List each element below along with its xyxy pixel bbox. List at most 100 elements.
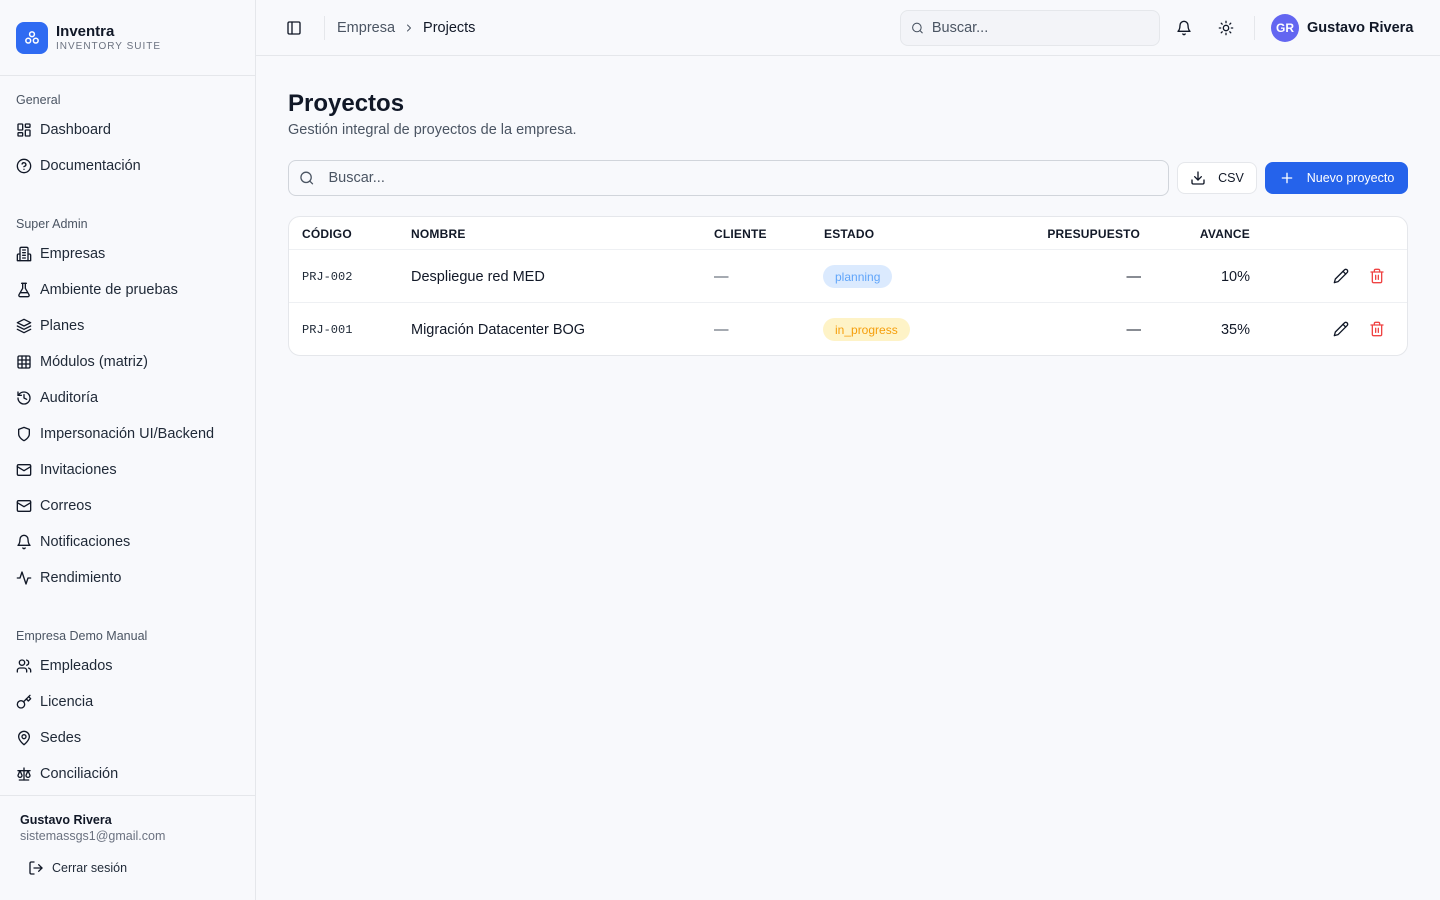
- footer-user-email: sistemassgs1@gmail.com: [20, 829, 166, 843]
- nav-section-title: Empresa Demo Manual: [16, 629, 148, 643]
- page-title: Proyectos: [288, 90, 405, 117]
- map-pin-icon: [18, 730, 30, 746]
- search-icon: [300, 171, 314, 185]
- sidebar-item-planes[interactable]: Planes: [8, 308, 247, 344]
- edit-project-button[interactable]: [1331, 319, 1351, 339]
- user-menu[interactable]: GR Gustavo Rivera: [1271, 14, 1413, 42]
- table-row[interactable]: PRJ-002 Despliegue red MED — planning — …: [289, 250, 1407, 303]
- sidebar-toggle-button[interactable]: [282, 16, 306, 40]
- nav-section-general: General Dashboard Documentación: [0, 88, 255, 184]
- sidebar-item-invitaciones[interactable]: Invitaciones: [8, 452, 247, 488]
- sidebar-item-label: Rendimiento: [40, 570, 122, 586]
- topbar: Empresa Projects GR Gustavo Rivera: [256, 0, 1440, 56]
- sidebar-item-label: Sedes: [40, 730, 82, 746]
- project-name: Migración Datacenter BOG: [411, 321, 586, 338]
- sidebar-item-label: Módulos (matriz): [40, 354, 148, 370]
- column-header-code: CÓDIGO: [302, 227, 352, 241]
- help-circle-icon: [16, 158, 32, 174]
- logo-icon: [16, 21, 48, 54]
- sidebar-item-label: Licencia: [40, 694, 94, 710]
- sidebar-item-label: Documentación: [40, 158, 141, 174]
- mail-icon: [16, 500, 32, 512]
- sidebar-item-conciliacion[interactable]: Conciliación: [8, 756, 247, 792]
- table-grid-icon: [17, 355, 31, 369]
- theme-toggle-button[interactable]: [1214, 16, 1238, 40]
- sidebar-item-empresas[interactable]: Empresas: [8, 236, 247, 272]
- breadcrumb: Empresa Projects: [337, 18, 475, 38]
- project-name: Despliegue red MED: [411, 268, 545, 285]
- column-header-status: ESTADO: [824, 227, 875, 241]
- sidebar-item-rendimiento[interactable]: Rendimiento: [8, 560, 247, 596]
- project-budget: —: [1126, 268, 1142, 285]
- sidebar-item-label: Empleados: [40, 658, 113, 674]
- delete-project-button[interactable]: [1367, 319, 1387, 339]
- brand-name: Inventra: [56, 22, 115, 40]
- column-header-client: CLIENTE: [714, 227, 767, 241]
- sidebar-item-label: Dashboard: [40, 122, 111, 138]
- sidebar-item-dashboard[interactable]: Dashboard: [8, 112, 247, 148]
- breadcrumb-current: Projects: [423, 20, 476, 36]
- global-search: [900, 10, 1160, 46]
- csv-label: CSV: [1218, 171, 1244, 185]
- breadcrumb-empresa[interactable]: Empresa: [337, 20, 395, 36]
- sidebar-item-label: Empresas: [40, 246, 106, 262]
- sidebar-item-correos[interactable]: Correos: [8, 488, 247, 524]
- table-row[interactable]: PRJ-001 Migración Datacenter BOG — in_pr…: [289, 303, 1407, 355]
- sidebar-item-label: Correos: [40, 498, 92, 514]
- edit-project-button[interactable]: [1331, 266, 1351, 286]
- sidebar-item-label: Auditoría: [40, 390, 99, 406]
- chevron-right-icon: [403, 22, 415, 34]
- sidebar-item-ambiente-de-pruebas[interactable]: Ambiente de pruebas: [8, 272, 247, 308]
- panel-left-icon: [287, 21, 301, 35]
- new-project-label: Nuevo proyecto: [1306, 171, 1395, 185]
- project-progress: 35%: [1220, 321, 1250, 338]
- brand[interactable]: Inventra INVENTORY SUITE: [0, 0, 255, 76]
- table-header: CÓDIGO NOMBRE CLIENTE ESTADO PRESUPUESTO…: [289, 217, 1407, 250]
- project-code: PRJ-002: [302, 269, 353, 284]
- sidebar-item-label: Notificaciones: [40, 534, 131, 550]
- delete-project-button[interactable]: [1367, 266, 1387, 286]
- column-header-name: NOMBRE: [411, 227, 466, 241]
- users-icon: [16, 659, 32, 673]
- project-client: —: [714, 268, 729, 285]
- sun-icon: [1218, 20, 1234, 36]
- sidebar-item-licencia[interactable]: Licencia: [8, 684, 247, 720]
- sidebar-item-documentacion[interactable]: Documentación: [8, 148, 247, 184]
- export-csv-button[interactable]: CSV: [1177, 162, 1257, 194]
- project-budget: —: [1126, 321, 1142, 338]
- sidebar-item-empleados[interactable]: Empleados: [8, 648, 247, 684]
- column-header-progress: AVANCE: [1199, 227, 1250, 241]
- nav-section-super-admin: Super Admin Empresas Ambiente de pruebas…: [0, 212, 255, 596]
- sidebar-item-auditoria[interactable]: Auditoría: [8, 380, 247, 416]
- nav-section-title: General: [16, 93, 61, 107]
- projects-search-input[interactable]: [328, 170, 1168, 186]
- log-out-icon: [29, 861, 43, 875]
- key-icon: [16, 694, 32, 709]
- project-status-cell: in_progress: [823, 303, 910, 355]
- logout-button[interactable]: Cerrar sesión: [20, 856, 235, 880]
- global-search-input[interactable]: [931, 20, 1159, 36]
- header-user-name: Gustavo Rivera: [1307, 20, 1414, 36]
- pencil-icon: [1333, 321, 1349, 337]
- avatar: GR: [1271, 14, 1299, 42]
- activity-icon: [16, 571, 32, 585]
- bell-icon: [1177, 20, 1191, 36]
- column-header-budget: PRESUPUESTO: [1047, 227, 1140, 241]
- project-progress: 10%: [1220, 268, 1250, 285]
- sidebar-item-notificaciones[interactable]: Notificaciones: [8, 524, 247, 560]
- sidebar-item-sedes[interactable]: Sedes: [8, 720, 247, 756]
- sidebar-item-modulos-matriz[interactable]: Módulos (matriz): [8, 344, 247, 380]
- mail-icon: [16, 464, 32, 476]
- notifications-button[interactable]: [1172, 16, 1196, 40]
- flask-icon: [18, 282, 30, 298]
- nav-section-title: Super Admin: [16, 217, 88, 231]
- grid-icon: [17, 123, 31, 137]
- logout-label: Cerrar sesión: [52, 861, 128, 875]
- sidebar-item-impersonacion[interactable]: Impersonación UI/Backend: [8, 416, 247, 452]
- sidebar-item-label: Planes: [40, 318, 85, 334]
- new-project-button[interactable]: Nuevo proyecto: [1265, 162, 1408, 194]
- project-status-cell: planning: [823, 250, 893, 303]
- projects-search: [288, 160, 1169, 196]
- page-subtitle: Gestión integral de proyectos de la empr…: [288, 122, 577, 138]
- sidebar-item-label: Invitaciones: [40, 462, 117, 478]
